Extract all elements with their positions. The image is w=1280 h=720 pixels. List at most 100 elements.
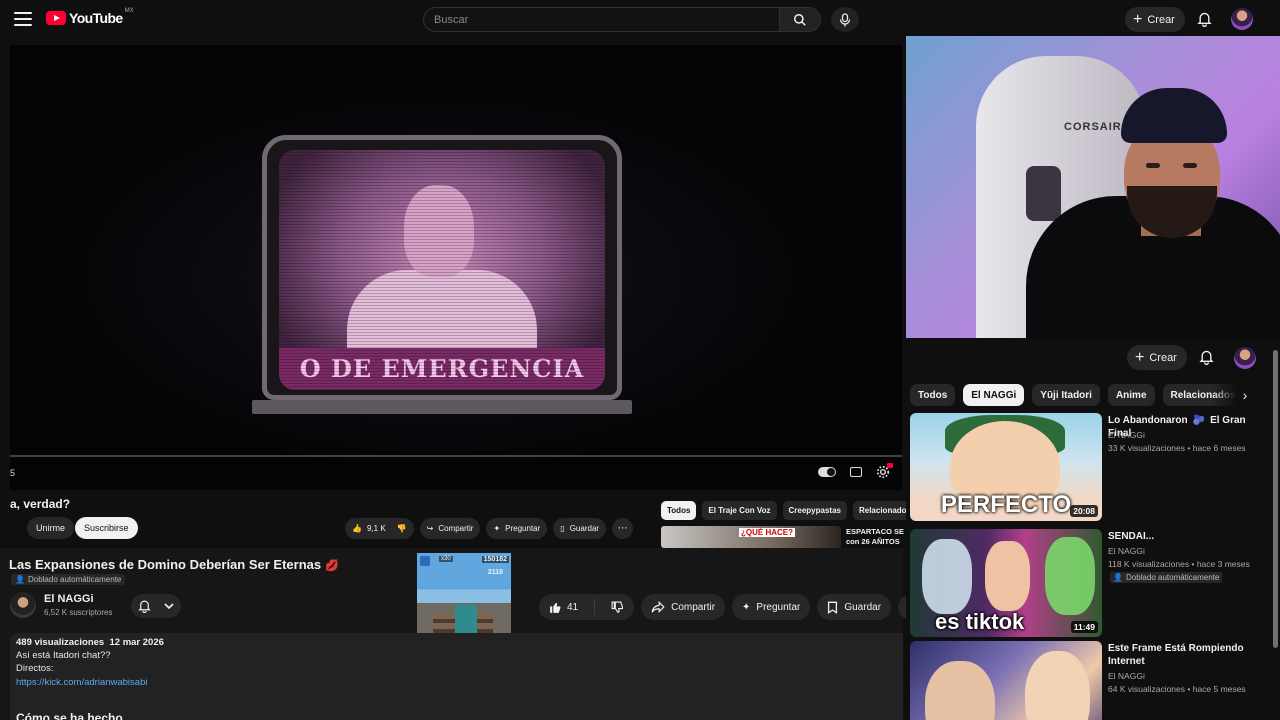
like-divider: [594, 599, 596, 615]
sparkle-icon: ✦: [742, 601, 751, 613]
recommendation-channel[interactable]: El NAGGi: [1108, 430, 1145, 440]
thumb-overlay-text: es tiktok: [935, 609, 1025, 634]
captured-rec-thumbnail: ¿QUÉ HACE?: [661, 526, 841, 548]
chevron-right-icon[interactable]: ›: [1236, 386, 1254, 404]
recommendation-title[interactable]: SENDAI...: [1108, 530, 1258, 543]
auto-dub-badge: 👤 Doblado automáticamente: [11, 574, 126, 585]
recommendation-age: hace 5 meses: [1192, 684, 1246, 694]
chip-el-naggi[interactable]: El NAGGi: [963, 384, 1025, 406]
dislike-button[interactable]: [601, 594, 634, 620]
thumbs-down-icon: 👎: [396, 524, 407, 533]
game-coins: 2118: [487, 569, 503, 576]
create-label: Crear: [1147, 13, 1175, 26]
plus-icon: +: [1135, 348, 1145, 366]
recommendation-item[interactable]: Este Frame Está Rompiendo Internet El NA…: [910, 641, 1270, 720]
player-progress-bar[interactable]: [10, 455, 902, 457]
captured-action-bar: 👍 9,1 K 👎 ↪ Compartir ✦ Preguntar ▯ Guar…: [345, 518, 634, 539]
bell-icon: [1196, 12, 1212, 27]
search-bar: [423, 7, 821, 32]
description-link[interactable]: https://kick.com/adrianwabisabi: [16, 677, 147, 688]
captured-thumb-label: ¿QUÉ HACE?: [739, 528, 795, 537]
share-button[interactable]: Compartir: [641, 594, 726, 620]
search-input[interactable]: [423, 7, 779, 32]
tv-presenter-body: [347, 270, 537, 380]
chip-anime[interactable]: Anime: [1107, 384, 1155, 406]
notification-preferences-button[interactable]: [131, 594, 181, 618]
channel-avatar[interactable]: [10, 592, 36, 618]
game-multiplier: x30: [439, 556, 453, 562]
video-action-bar: 41 Compartir ✦ Preguntar Guardar ⋯: [539, 594, 925, 620]
recommendation-item[interactable]: PERFECTO 20:08 Lo Abandonaron 🫐 El Gran …: [910, 413, 1270, 521]
search-icon: [794, 13, 806, 26]
video-duration: 11:49: [1070, 621, 1098, 633]
logo-region: MX: [124, 8, 134, 14]
voice-search-button[interactable]: [831, 7, 859, 32]
captured-like-button: 👍 9,1 K 👎: [345, 518, 414, 539]
sidebar-scrollbar[interactable]: [1273, 350, 1278, 648]
plus-icon: +: [1133, 10, 1143, 28]
captured-chip-row: Todos El Traje Con Voz Creepypastas Rela…: [661, 501, 917, 520]
recommendation-title[interactable]: Este Frame Está Rompiendo Internet: [1108, 642, 1258, 668]
recommendation-stats: 64 K visualizaciones • hace 5 meses: [1108, 684, 1246, 694]
recommendation-channel[interactable]: El NAGGi: [1108, 546, 1145, 556]
recommendation-thumbnail[interactable]: [910, 641, 1102, 720]
search-button[interactable]: [779, 7, 821, 32]
captured-more-icon: ⋯: [612, 518, 634, 539]
tv-presenter-head: [404, 185, 474, 277]
sidebar-account-avatar[interactable]: [1234, 347, 1256, 369]
video-title: Las Expansiones de Domino Deberían Ser E…: [9, 557, 339, 572]
description-line: Así está Itadori chat??: [16, 650, 111, 661]
bell-icon: [137, 600, 151, 613]
thumb-character: [925, 661, 995, 720]
account-avatar[interactable]: [1231, 8, 1253, 30]
thumb-character: [1045, 537, 1095, 615]
description-section-heading: Cómo se ha hecho: [16, 711, 123, 720]
top-header: YouTube MX + Crear: [0, 0, 1280, 38]
sidebar-create-button[interactable]: + Crear: [1127, 345, 1187, 370]
recommendation-channel[interactable]: El NAGGi: [1108, 671, 1145, 681]
streamer-eye: [1183, 163, 1197, 168]
settings-gear-icon[interactable]: [876, 463, 893, 479]
chip-yuji-itadori[interactable]: Yūji Itadori: [1032, 384, 1100, 406]
like-button[interactable]: 41: [539, 594, 588, 620]
dub-badge-label: Doblado automáticamente: [1125, 573, 1220, 582]
dub-badge-label: Doblado automáticamente: [27, 575, 122, 584]
autoplay-toggle[interactable]: [818, 467, 836, 477]
subtitles-icon[interactable]: [850, 467, 862, 477]
tv-set-frame: O DE EMERGENCIA: [252, 135, 632, 440]
captured-subscribe-button: Suscribirse: [75, 517, 138, 539]
create-button[interactable]: + Crear: [1125, 7, 1185, 32]
youtube-logo[interactable]: YouTube MX: [46, 8, 134, 26]
recommendation-thumbnail[interactable]: PERFECTO 20:08: [910, 413, 1102, 521]
captured-video-title: a, verdad?: [10, 497, 71, 511]
captured-chip: Creepypastas: [782, 501, 847, 520]
channel-name[interactable]: El NAGGi: [44, 593, 94, 605]
player-time: 5: [10, 468, 16, 478]
sidebar-notifications-button[interactable]: [1196, 347, 1216, 367]
chair-cutout: [1026, 166, 1061, 221]
tv-body: O DE EMERGENCIA: [262, 135, 622, 400]
captured-ask-button: ✦ Preguntar: [486, 518, 548, 539]
ask-label: Preguntar: [756, 601, 801, 613]
description-line: Directos:: [16, 663, 54, 674]
thumb-character: [985, 541, 1030, 611]
save-button[interactable]: Guardar: [817, 594, 892, 620]
chevron-down-icon: [164, 602, 174, 609]
recommendation-thumbnail[interactable]: es tiktok 11:49: [910, 529, 1102, 637]
menu-icon[interactable]: [12, 9, 34, 29]
chip-todos[interactable]: Todos: [910, 384, 956, 406]
dub-person-icon: 👤: [15, 575, 25, 584]
ask-button[interactable]: ✦ Preguntar: [732, 594, 811, 620]
share-icon: [651, 601, 665, 613]
captured-like-count: 9,1 K: [366, 524, 386, 533]
like-dislike-group: 41: [539, 594, 635, 620]
recommendation-item[interactable]: es tiktok 11:49 SENDAI... El NAGGi 118 K…: [910, 529, 1270, 637]
recommendation-views: 64 K visualizaciones: [1108, 684, 1186, 694]
webcam-overlay: CORSAIR: [906, 36, 1280, 338]
recommendation-stats: 33 K visualizaciones • hace 6 meses: [1108, 443, 1246, 453]
notifications-button[interactable]: [1194, 9, 1214, 29]
video-player[interactable]: O DE EMERGENCIA 5: [10, 45, 902, 490]
sparkle-icon: ✦: [493, 524, 501, 533]
view-count: 489 visualizaciones: [16, 637, 105, 648]
captured-share-button: ↪ Compartir: [419, 518, 481, 539]
